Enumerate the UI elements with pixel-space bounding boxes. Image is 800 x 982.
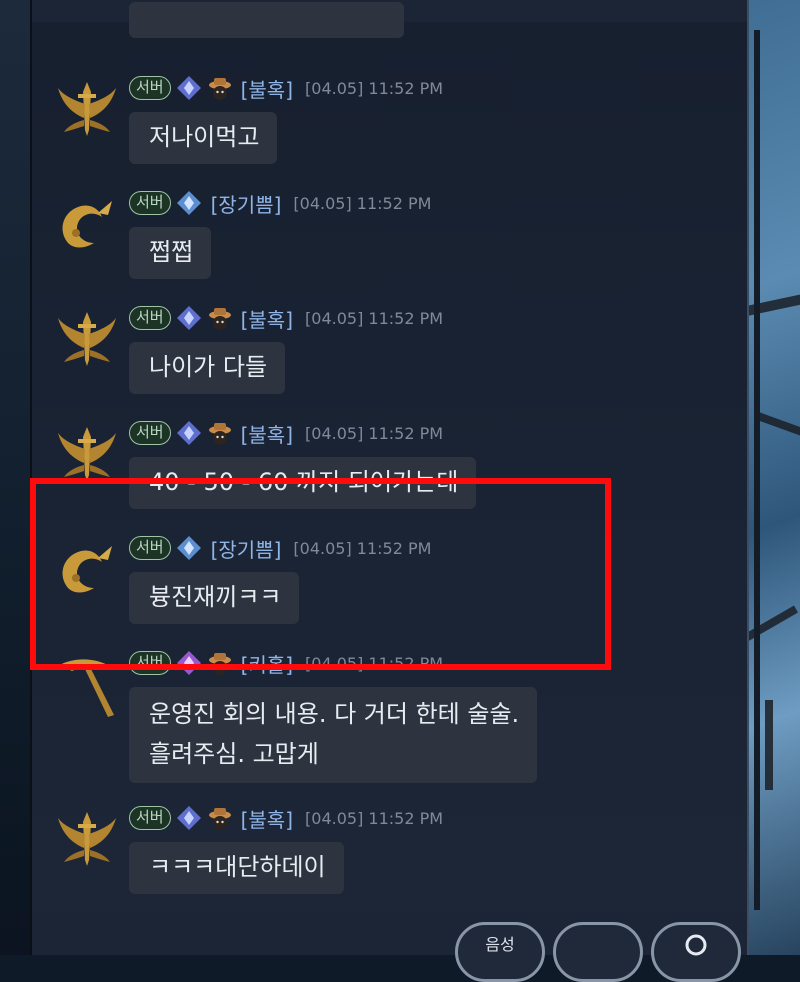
bear-hat-icon xyxy=(208,78,231,100)
chat-bubble: 븅진재끼ㅋㅋ xyxy=(129,572,300,624)
bear-hat-icon xyxy=(208,308,231,330)
chat-bubble: 운영진 회의 내용. 다 거더 한테 술술. 흘려주심. 고맙게 xyxy=(129,687,538,783)
bottom-action-button[interactable] xyxy=(553,922,643,982)
message-timestamp: [04.05] 11:52 PM xyxy=(305,308,444,328)
bear-hat-icon xyxy=(208,423,231,445)
winged-sword-emblem-icon xyxy=(58,812,116,866)
server-badge: 서버 xyxy=(129,806,171,830)
server-badge: 서버 xyxy=(129,421,171,445)
server-badge: 서버 xyxy=(129,306,171,330)
winged-sword-emblem-icon xyxy=(58,427,116,481)
rank-gem-icon xyxy=(176,76,201,100)
voice-button[interactable]: 음성 xyxy=(455,922,545,982)
player-name[interactable]: [불혹] xyxy=(241,419,293,448)
player-name[interactable]: [불혹] xyxy=(241,74,293,103)
bottom-action-button[interactable] xyxy=(651,922,741,982)
server-badge: 서버 xyxy=(129,651,171,675)
chat-panel: 서버 [불혹] [04.05] 11:52 PM 저나이먹고 서버 [장기쁨] … xyxy=(30,0,760,955)
chat-bubble-partial xyxy=(129,2,404,38)
scorpion-tail-emblem-icon xyxy=(62,201,112,248)
rank-gem-icon xyxy=(176,651,201,675)
player-name[interactable]: [키홀] xyxy=(241,649,293,678)
pickaxe-emblem-icon xyxy=(60,659,114,717)
message-timestamp: [04.05] 11:52 PM xyxy=(293,538,432,558)
bear-hat-icon xyxy=(208,808,231,830)
rank-gem-icon xyxy=(176,806,201,830)
chat-bubble-line: 운영진 회의 내용. 다 거더 한테 술술. xyxy=(149,700,520,728)
winged-sword-emblem-icon xyxy=(58,82,116,136)
winged-sword-emblem-icon xyxy=(58,312,116,366)
chat-bubble: 저나이먹고 xyxy=(129,112,278,164)
chat-log[interactable]: 서버 [불혹] [04.05] 11:52 PM 저나이먹고 서버 [장기쁨] … xyxy=(32,2,747,912)
server-badge: 서버 xyxy=(129,536,171,560)
chat-bubble: ㅋㅋㅋ대단하데이 xyxy=(129,842,344,894)
server-badge: 서버 xyxy=(129,191,171,215)
settings-icon xyxy=(685,934,707,956)
chat-bubble: 나이가 다들 xyxy=(129,342,286,394)
chat-bubble: 쩝쩝 xyxy=(129,227,212,279)
message-timestamp: [04.05] 11:52 PM xyxy=(305,653,444,673)
rank-gem-icon xyxy=(176,191,201,215)
rank-gem-icon xyxy=(176,306,201,330)
message-timestamp: [04.05] 11:52 PM xyxy=(305,808,444,828)
player-name[interactable]: [장기쁨] xyxy=(211,189,282,218)
chat-scrollbar[interactable] xyxy=(754,30,760,910)
message-timestamp: [04.05] 11:52 PM xyxy=(293,193,432,213)
scorpion-tail-emblem-icon xyxy=(62,546,112,593)
message-timestamp: [04.05] 11:52 PM xyxy=(305,78,444,98)
server-badge: 서버 xyxy=(129,76,171,100)
message-timestamp: [04.05] 11:52 PM xyxy=(305,423,444,443)
bear-hat-icon xyxy=(208,653,231,675)
rank-gem-icon xyxy=(176,421,201,445)
chat-bubble-line: 흘려주심. 고맙게 xyxy=(149,740,319,768)
player-name[interactable]: [불혹] xyxy=(241,304,293,333)
chat-bubble: 40 - 50 - 60 까지 되어가는데 xyxy=(129,457,477,509)
player-name[interactable]: [장기쁨] xyxy=(211,534,282,563)
player-name[interactable]: [불혹] xyxy=(241,804,293,833)
rank-gem-icon xyxy=(176,536,201,560)
